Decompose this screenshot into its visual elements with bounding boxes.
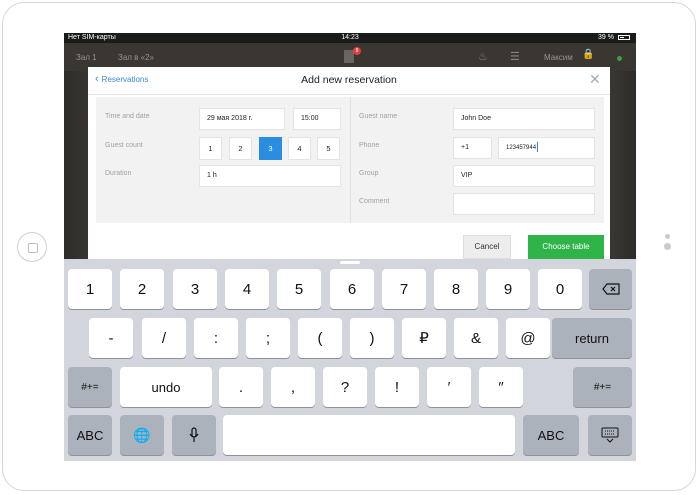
group-field[interactable]: VIP (453, 165, 595, 187)
close-icon[interactable]: ✕ (589, 72, 601, 86)
phone-code-field[interactable]: +1 (453, 137, 492, 159)
duration-label: Duration (105, 170, 132, 177)
key-close-paren[interactable]: ) (350, 318, 394, 358)
form-divider (350, 97, 351, 223)
key-ampersand[interactable]: & (454, 318, 498, 358)
phone-number-field[interactable]: 123457944 (498, 137, 595, 159)
screen: Нет SIM-карты 14:23 39 % Зал 1 Зал в «2»… (64, 33, 636, 461)
guest-count-4[interactable]: 4 (288, 137, 311, 160)
guest-count-5[interactable]: 5 (317, 137, 340, 160)
key-5[interactable]: 5 (277, 269, 321, 309)
online-status-dot (617, 56, 622, 61)
key-1[interactable]: 1 (68, 269, 112, 309)
keyboard-grip[interactable] (340, 261, 360, 264)
key-semicolon[interactable]: ; (246, 318, 290, 358)
key-prime[interactable]: ′ (427, 367, 471, 407)
key-4[interactable]: 4 (225, 269, 269, 309)
dictation-key[interactable] (172, 415, 216, 455)
tab-hall-1[interactable]: Зал 1 (76, 53, 97, 62)
guest-count-3[interactable]: 3 (259, 137, 282, 160)
symbols-toggle-key-left[interactable]: #+= (68, 367, 112, 407)
sensor-dot (665, 234, 670, 239)
comment-field[interactable] (453, 193, 595, 215)
camera-dot (664, 243, 671, 250)
key-open-paren[interactable]: ( (298, 318, 342, 358)
key-exclaim[interactable]: ! (375, 367, 419, 407)
menu-icon[interactable]: ☰ (510, 50, 520, 63)
time-date-label: Time and date (105, 113, 150, 120)
return-key[interactable]: return (552, 318, 632, 358)
lock-icon[interactable]: 🔒 (582, 49, 594, 60)
key-question[interactable]: ? (323, 367, 367, 407)
battery-icon (618, 35, 630, 40)
onscreen-keyboard: 1 2 3 4 5 6 7 8 9 0- /:;() ₽ & @ return #+= undo.,?! ′ ″ #+… (64, 259, 636, 461)
undo-key[interactable]: undo (120, 367, 212, 407)
delete-key[interactable] (589, 269, 632, 309)
microphone-icon (189, 427, 199, 442)
phone-label: Phone (359, 142, 380, 149)
modal-header: ‹ Reservations Add new reservation ✕ (88, 67, 610, 95)
guest-count-2[interactable]: 2 (229, 137, 252, 160)
guest-name-field[interactable]: John Doe (453, 108, 595, 130)
key-colon[interactable]: : (194, 318, 238, 358)
globe-icon: 🌐 (133, 426, 151, 443)
date-field[interactable]: 29 мая 2018 г. (199, 108, 285, 130)
time-field[interactable]: 15:00 (293, 108, 341, 130)
home-button[interactable] (17, 232, 47, 262)
key-ruble[interactable]: ₽ (402, 318, 446, 358)
key-double-prime[interactable]: ″ (479, 367, 523, 407)
key-period[interactable]: . (219, 367, 263, 407)
abc-key-right[interactable]: ABC (523, 415, 579, 455)
guest-name-label: Guest name (359, 113, 398, 120)
key-0[interactable]: 0 (538, 269, 582, 309)
group-label: Group (359, 170, 379, 177)
keyboard-dismiss-icon (601, 427, 619, 443)
comment-label: Comment (359, 198, 390, 205)
key-at[interactable]: @ (506, 318, 550, 358)
abc-key-left[interactable]: ABC (68, 415, 112, 455)
status-time: 14:23 (341, 34, 359, 41)
battery-percent: 39 % (598, 34, 614, 41)
home-square-icon (28, 243, 38, 253)
user-name[interactable]: Максим (544, 53, 573, 62)
key-9[interactable]: 9 (486, 269, 530, 309)
bell-icon[interactable]: ♨ (478, 50, 488, 63)
key-7[interactable]: 7 (382, 269, 426, 309)
phone-number-value: 123457944 (506, 145, 537, 151)
text-cursor (537, 142, 539, 153)
key-comma[interactable]: , (271, 367, 315, 407)
cancel-button[interactable]: Cancel (463, 235, 511, 259)
backspace-icon (601, 283, 620, 295)
key-3[interactable]: 3 (173, 269, 217, 309)
key-2[interactable]: 2 (120, 269, 164, 309)
reservation-form: Time and date 29 мая 2018 г. 15:00 Guest… (96, 97, 604, 223)
status-bar: Нет SIM-карты 14:23 39 % (64, 33, 636, 43)
choose-table-button[interactable]: Choose table (528, 235, 604, 259)
tab-hall-2[interactable]: Зал в «2» (118, 53, 154, 62)
guest-count-label: Guest count (105, 142, 143, 149)
key-slash[interactable]: / (142, 318, 186, 358)
duration-field[interactable]: 1 h (199, 165, 341, 187)
modal-title: Add new reservation (301, 74, 397, 86)
globe-key[interactable]: 🌐 (120, 415, 164, 455)
add-reservation-modal: ‹ Reservations Add new reservation ✕ Tim… (88, 67, 610, 263)
orders-badge: 8 (353, 47, 361, 55)
key-6[interactable]: 6 (330, 269, 374, 309)
space-key[interactable] (223, 415, 515, 455)
hide-keyboard-key[interactable] (588, 415, 632, 455)
key-dash[interactable]: - (89, 318, 133, 358)
guest-count-1[interactable]: 1 (199, 137, 222, 160)
symbols-toggle-key-right[interactable]: #+= (573, 367, 632, 407)
key-8[interactable]: 8 (434, 269, 478, 309)
